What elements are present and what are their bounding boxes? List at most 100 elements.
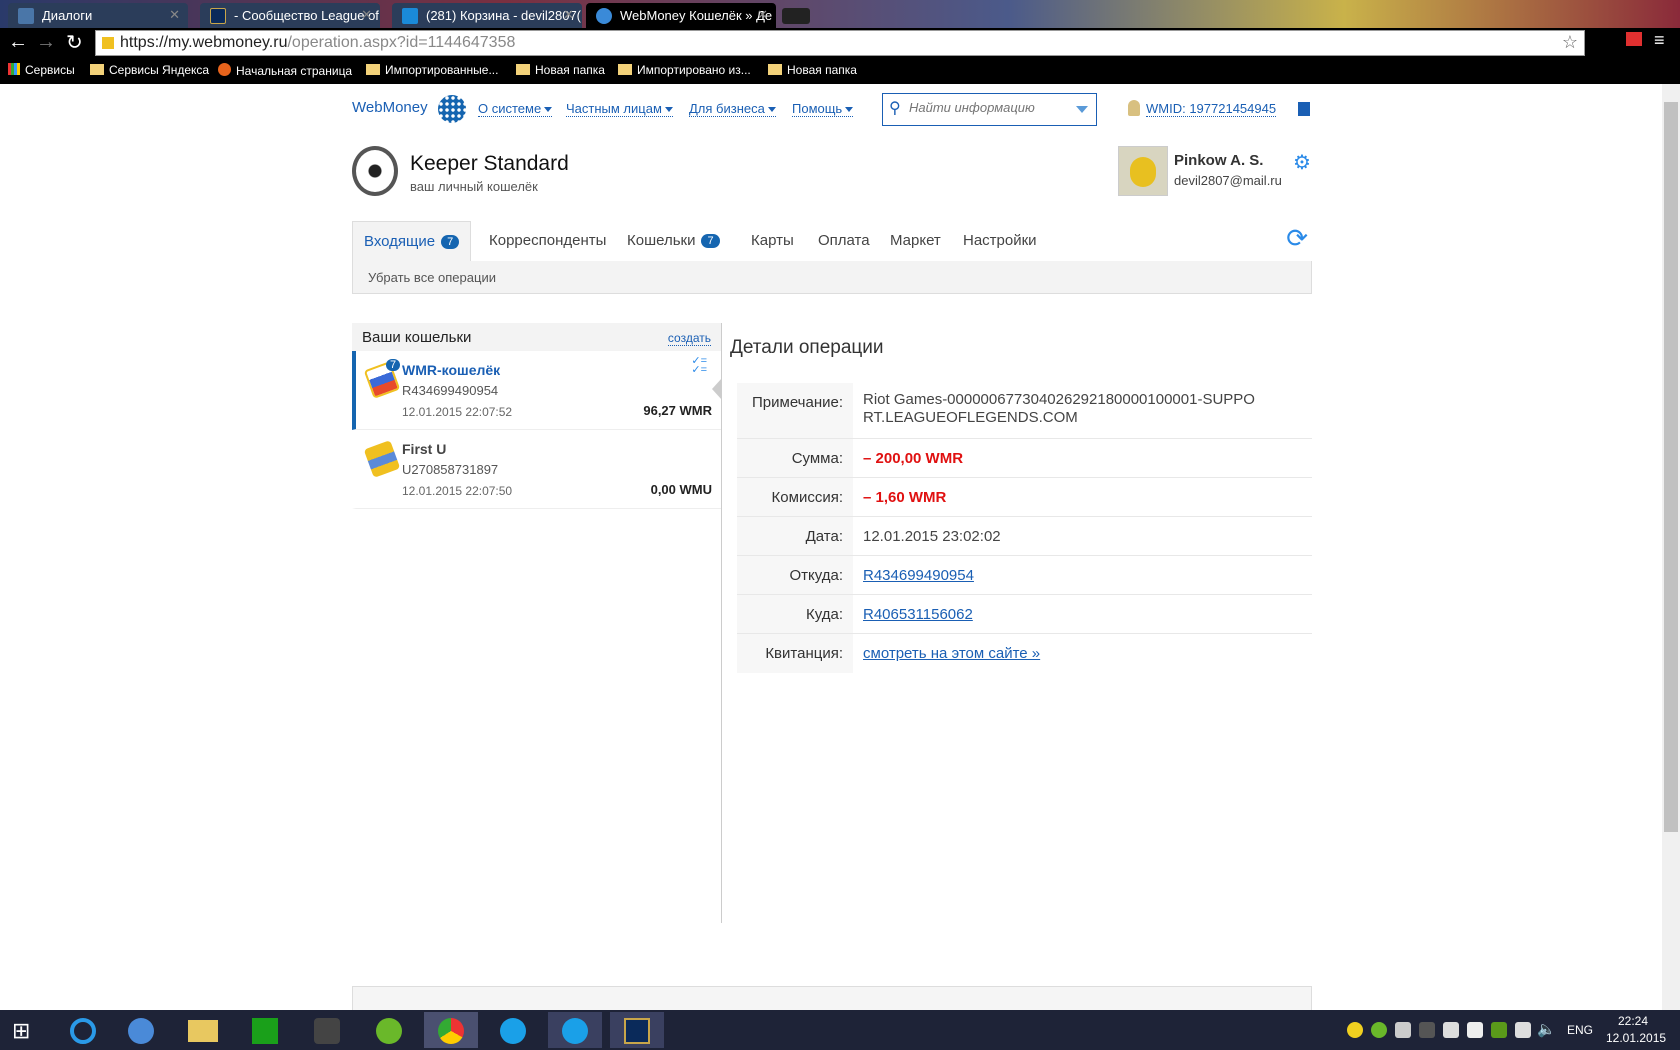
forward-icon[interactable]: →	[36, 31, 56, 54]
tab-cards[interactable]: Карты	[740, 221, 805, 261]
bookmark[interactable]: Импортировано из...	[618, 63, 751, 77]
close-tab-icon[interactable]: ✕	[757, 7, 768, 23]
store-icon[interactable]	[238, 1012, 292, 1048]
chevron-down-icon[interactable]	[1076, 106, 1088, 113]
bookmark[interactable]: Импортированные...	[366, 63, 498, 77]
search-box[interactable]: ⚲	[882, 93, 1097, 126]
media-player-icon[interactable]	[114, 1012, 168, 1048]
receipt-link[interactable]: смотреть на этом сайте »	[863, 645, 1040, 662]
keeper-logo-icon	[352, 146, 398, 196]
gear-icon[interactable]: ⚙	[1293, 150, 1311, 175]
reload-icon[interactable]: ↻	[66, 30, 83, 55]
tab-correspondents[interactable]: Корреспонденты	[478, 221, 617, 261]
tab-market[interactable]: Маркет	[879, 221, 952, 261]
bookmark[interactable]: Новая папка	[768, 63, 857, 77]
app-icon[interactable]	[300, 1012, 354, 1048]
back-icon[interactable]: ←	[8, 31, 28, 54]
search-input[interactable]	[909, 100, 1069, 115]
explorer-icon[interactable]	[176, 1012, 230, 1048]
wallets-panel: Ваши кошельки создать 7 WMR-кошелёк R4346…	[352, 323, 722, 923]
star-icon[interactable]: ☆	[1562, 32, 1578, 53]
tab-wallets[interactable]: Кошельки 7	[616, 221, 731, 261]
folder-icon	[768, 64, 782, 75]
taskbar: ⊞ 🔈 ENG 22:24 12.01.2015	[0, 1010, 1680, 1050]
nav-help[interactable]: Помощь	[792, 101, 854, 117]
webmoney-logo[interactable]: WebMoney	[352, 99, 428, 116]
selection-pointer	[712, 378, 722, 400]
browser-tab[interactable]: Диалоги ✕	[8, 3, 188, 28]
from-label: Откуда:	[737, 556, 853, 594]
folder-icon	[90, 64, 104, 75]
scrollbar-thumb[interactable]	[1664, 102, 1678, 832]
menu-icon[interactable]: ≡	[1654, 30, 1665, 51]
footer-panel	[352, 986, 1312, 1010]
close-tab-icon[interactable]: ✕	[563, 7, 574, 23]
refresh-icon[interactable]: ⟳	[1286, 223, 1308, 254]
to-label: Куда:	[737, 595, 853, 633]
wallet-date: 12.01.2015 22:07:52	[402, 405, 513, 419]
volume-icon[interactable]: 🔈	[1537, 1020, 1556, 1038]
close-tab-icon[interactable]: ✕	[361, 7, 372, 23]
browser-tab[interactable]: (281) Корзина - devil2807(✕	[392, 3, 582, 28]
fee-label: Комиссия:	[737, 478, 853, 516]
network-icon[interactable]	[1515, 1022, 1531, 1038]
wallet-item[interactable]: 7 WMR-кошелёк R434699490954 12.01.2015 2…	[352, 351, 721, 430]
receipt-label: Квитанция:	[737, 634, 853, 673]
checklist-icon[interactable]: ✓= ✓=	[691, 356, 707, 376]
tray-icon[interactable]	[1419, 1022, 1435, 1038]
bookmarks-bar: Сервисы Сервисы Яндекса Начальная страни…	[0, 58, 1680, 84]
browser-tab[interactable]: - Сообщество League of ✕	[200, 3, 380, 28]
tray-icon[interactable]	[1395, 1022, 1411, 1038]
action-center-flag-icon[interactable]	[1467, 1022, 1483, 1038]
chrome-icon[interactable]	[424, 1012, 478, 1048]
amount-value: – 200,00 WMR	[863, 450, 964, 467]
create-wallet-link[interactable]: создать	[667, 331, 711, 346]
nav-personal[interactable]: Частным лицам	[566, 101, 673, 117]
keeper-title: Keeper Standard	[410, 152, 569, 175]
lol-icon	[210, 8, 226, 24]
address-bar[interactable]: https://my.webmoney.ru/operation.aspx?id…	[95, 30, 1585, 56]
browser-tab-active[interactable]: WebMoney Кошелёк » Де ✕	[586, 3, 776, 28]
wmid-link[interactable]: WMID: 197721454945	[1146, 101, 1277, 117]
tab-incoming[interactable]: Входящие 7	[352, 221, 472, 261]
gmail-icon[interactable]	[1626, 32, 1642, 46]
bookmark[interactable]: Начальная страница	[218, 63, 352, 78]
wallet-item[interactable]: First U U270858731897 12.01.2015 22:07:5…	[352, 430, 721, 509]
wallet-icon	[363, 440, 401, 478]
nav-business[interactable]: Для бизнеса	[689, 101, 776, 117]
to-wallet-link[interactable]: R406531156062	[863, 606, 973, 623]
tray-icon[interactable]	[1347, 1022, 1363, 1038]
folder-icon	[618, 64, 632, 75]
skype-icon[interactable]	[486, 1012, 540, 1048]
windows-start-icon[interactable]: ⊞	[12, 1018, 30, 1044]
skype-icon[interactable]	[548, 1012, 602, 1048]
nav-about[interactable]: О системе	[478, 101, 553, 117]
wallet-date: 12.01.2015 22:07:50	[402, 484, 513, 498]
user-email: devil2807@mail.ru	[1174, 173, 1282, 188]
bookmark[interactable]: Сервисы Яндекса	[90, 63, 209, 77]
close-tab-icon[interactable]: ✕	[169, 7, 180, 23]
count-badge: 7	[701, 234, 720, 248]
bookmark[interactable]: Новая папка	[516, 63, 605, 77]
language-indicator[interactable]: ENG	[1567, 1023, 1593, 1037]
browser-tab-strip: Диалоги ✕ - Сообщество League of ✕ (281) К…	[0, 0, 1680, 28]
avatar[interactable]	[1118, 146, 1168, 196]
lock-warning-icon	[102, 37, 114, 49]
remove-all-operations-button[interactable]: Убрать все операции	[352, 261, 1312, 294]
league-of-legends-icon[interactable]	[610, 1012, 664, 1048]
page: WebMoney О системе Частным лицам Для биз…	[0, 84, 1662, 1010]
clock-time[interactable]: 22:24	[1618, 1014, 1648, 1028]
nvidia-icon[interactable]	[1491, 1022, 1507, 1038]
logout-icon[interactable]	[1298, 102, 1310, 116]
clock-date[interactable]: 12.01.2015	[1606, 1031, 1666, 1045]
utorrent-tray-icon[interactable]	[1371, 1022, 1387, 1038]
tab-settings[interactable]: Настройки	[952, 221, 1048, 261]
ie-icon[interactable]	[56, 1012, 110, 1048]
new-tab-button[interactable]	[782, 8, 810, 24]
onedrive-warning-icon[interactable]	[1443, 1022, 1459, 1038]
utorrent-icon[interactable]	[362, 1012, 416, 1048]
tab-payment[interactable]: Оплата	[807, 221, 881, 261]
from-wallet-link[interactable]: R434699490954	[863, 567, 974, 584]
bookmark-apps[interactable]: Сервисы	[8, 63, 75, 77]
wallets-header: Ваши кошельки создать	[352, 323, 721, 351]
